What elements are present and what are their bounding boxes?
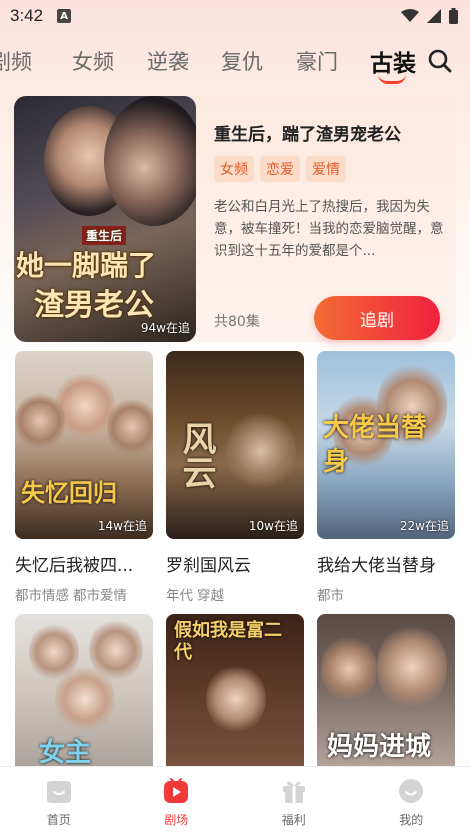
drama-cover-image[interactable]: 假如我是富二代 <box>166 614 304 774</box>
drama-cover-image[interactable]: 风云 10w在追 <box>166 351 304 539</box>
views-count: 14w在追 <box>97 519 147 533</box>
cover-label: 重生后 <box>82 226 127 245</box>
drama-card[interactable]: 大佬当替身 22w在追 我给大佬当替身 都市 <box>317 351 455 604</box>
cover-title-text: 假如我是富二代 <box>174 620 282 663</box>
drama-tag: 穿越 <box>197 588 224 604</box>
tab-category-1[interactable]: 女频 <box>72 46 114 76</box>
bottom-navigation: 首页 剧场 福利 我的 <box>0 766 470 835</box>
nav-item-theater[interactable]: 剧场 <box>118 767 236 835</box>
drama-card[interactable]: 假如我是富二代 <box>166 614 304 774</box>
drama-cover-image[interactable]: 失忆回归 14w在追 <box>15 351 153 539</box>
episode-count: 共80集 <box>214 314 260 330</box>
active-tab-indicator <box>378 74 406 84</box>
drama-card[interactable]: 妈妈进城 <box>317 614 455 774</box>
drama-title[interactable]: 我给大佬当替身 <box>317 551 455 576</box>
theater-icon <box>164 778 189 803</box>
signal-icon <box>427 9 441 23</box>
category-tabs: 剧频 女频 逆袭 复仇 豪门 古装 <box>0 38 470 86</box>
tab-category-2[interactable]: 逆袭 <box>147 46 189 76</box>
cover-title-text: 妈妈进城 <box>327 732 432 762</box>
drama-cover-image[interactable]: 妈妈进城 <box>317 614 455 774</box>
cover-title-text: 女主 <box>39 738 92 768</box>
drama-card[interactable]: 风云 10w在追 罗刹国风云 年代 穿越 <box>166 351 304 604</box>
featured-description: 老公和白月光上了热搜后，我因为失意，被车撞死！当我的恋爱脑觉醒，意识到这十五年的… <box>214 199 444 259</box>
featured-tags: 女频 恋爱 爱情 <box>214 156 346 182</box>
nav-label: 我的 <box>399 813 424 827</box>
nav-label: 首页 <box>46 813 71 827</box>
gift-icon <box>282 781 305 803</box>
drama-tags: 年代 穿越 <box>166 584 304 604</box>
cover-title-text: 大佬当替身 <box>323 413 428 477</box>
tab-category-3[interactable]: 复仇 <box>221 46 263 76</box>
nav-item-rewards[interactable]: 福利 <box>235 767 353 835</box>
follow-button[interactable]: 追剧 <box>314 296 440 340</box>
nav-label: 福利 <box>281 813 306 827</box>
drama-cover-image[interactable]: 大佬当替身 22w在追 <box>317 351 455 539</box>
status-bar: 3:42 A <box>0 0 470 32</box>
drama-tag: 都市 <box>317 588 344 604</box>
views-count: 22w在追 <box>399 519 449 533</box>
tab-category-5[interactable]: 古装 <box>370 44 416 78</box>
drama-tag: 年代 <box>166 588 193 604</box>
drama-tag: 都市爱情 <box>73 588 127 604</box>
drama-card[interactable]: 失忆回归 14w在追 失忆后我被四... 都市情感 都市爱情 <box>15 351 153 604</box>
notification-app-icon: A <box>57 9 72 23</box>
drama-cover-image[interactable]: 女主 <box>15 614 153 774</box>
status-time: 3:42 <box>10 6 44 25</box>
featured-tag[interactable]: 爱情 <box>306 156 346 182</box>
views-count: 10w在追 <box>248 519 298 533</box>
drama-tag: 都市情感 <box>15 588 69 604</box>
drama-title[interactable]: 失忆后我被四... <box>15 551 153 576</box>
tab-category-0[interactable]: 剧频 <box>0 46 32 76</box>
cover-title-line1: 她一脚踹了 <box>16 249 157 282</box>
cover-title-text: 风云 <box>176 421 216 489</box>
featured-tag[interactable]: 女频 <box>214 156 254 182</box>
featured-drama-card[interactable]: 重生后 她一脚踹了 渣男老公 94w在追 重生后，踹了渣男宠老公 女频 恋爱 爱… <box>14 96 456 342</box>
cover-title-line2: 渣男老公 <box>34 288 154 323</box>
nav-label: 剧场 <box>164 813 189 827</box>
featured-title[interactable]: 重生后，踹了渣男宠老公 <box>214 120 401 145</box>
wifi-icon <box>401 9 419 22</box>
drama-card[interactable]: 女主 <box>15 614 153 774</box>
profile-icon <box>399 779 424 803</box>
nav-item-home[interactable]: 首页 <box>0 767 118 835</box>
battery-icon <box>449 8 458 24</box>
home-icon <box>46 781 71 803</box>
nav-item-profile[interactable]: 我的 <box>353 767 470 835</box>
drama-tags: 都市情感 都市爱情 <box>15 584 153 604</box>
featured-cover-image[interactable]: 重生后 她一脚踹了 渣男老公 94w在追 <box>14 96 196 342</box>
featured-views-count: 94w在追 <box>140 321 190 335</box>
drama-tags: 都市 <box>317 584 455 604</box>
drama-title[interactable]: 罗刹国风云 <box>166 551 304 576</box>
tab-category-4[interactable]: 豪门 <box>296 46 338 76</box>
cover-title-text: 失忆回归 <box>21 479 117 507</box>
search-icon[interactable] <box>427 48 453 74</box>
featured-tag[interactable]: 恋爱 <box>260 156 300 182</box>
